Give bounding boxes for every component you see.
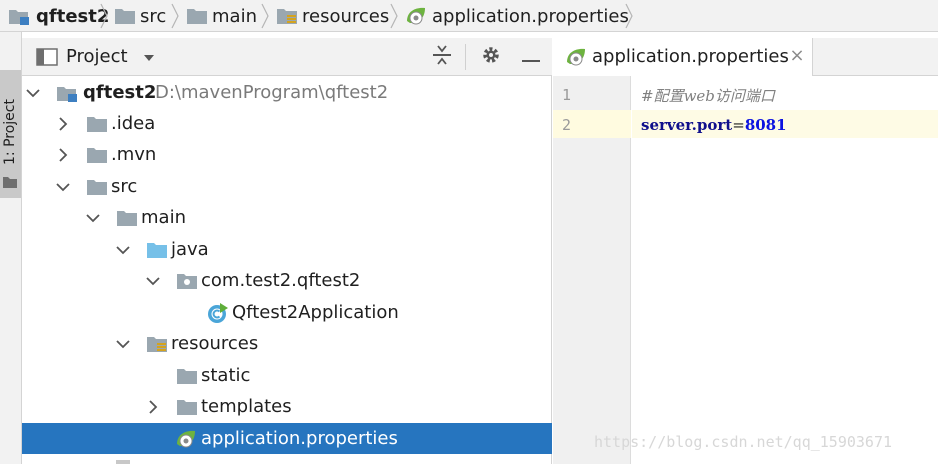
breadcrumb-separator (170, 3, 180, 29)
chevron-down-icon[interactable] (26, 85, 40, 99)
breadcrumb-separator (99, 3, 109, 29)
folder-icon (116, 208, 137, 228)
tree-item-label: .idea (111, 113, 156, 134)
project-tool-window-button[interactable]: 1: Project (0, 70, 21, 198)
project-panel-title: Project (66, 46, 128, 67)
folder-icon (2, 174, 18, 193)
close-icon[interactable]: × (787, 46, 807, 66)
folder-icon (176, 366, 197, 386)
tree-item-label: src (111, 176, 138, 197)
chevron-right-icon[interactable] (56, 116, 70, 131)
chevron-down-icon[interactable] (86, 210, 100, 224)
tab-label: application.properties (592, 46, 789, 67)
breadcrumb-separator (389, 3, 399, 29)
chevron-down-icon[interactable] (116, 336, 130, 350)
breadcrumb-label: resources (302, 5, 390, 27)
spring-boot-class-icon (206, 301, 230, 325)
tree-item-label: .mvn (111, 144, 157, 165)
equals-token: = (732, 116, 745, 134)
breadcrumb-label: src (140, 5, 167, 27)
tree-item-label: templates (201, 396, 292, 417)
folder-icon (114, 6, 136, 26)
tool-window-stripe: 1: Project (0, 32, 22, 464)
hide-panel-button[interactable] (518, 44, 544, 70)
project-panel-header: Project (22, 38, 552, 76)
chevron-down-icon[interactable] (116, 242, 130, 256)
chevron-down-icon[interactable] (146, 273, 160, 287)
breadcrumb-separator (260, 3, 270, 29)
package-icon (176, 271, 197, 291)
code-line-2[interactable]: server.port=8081 (632, 111, 938, 139)
line-number: 1 (562, 86, 572, 104)
tree-item-application-properties[interactable]: application.properties (22, 423, 552, 454)
project-view-selector[interactable]: Project (66, 38, 155, 76)
project-tree: qftest2 D:\mavenProgram\qftest2 .idea .m… (22, 76, 552, 464)
module-folder-icon (56, 83, 77, 103)
tree-item-label: main (141, 207, 186, 228)
project-tool-window-label: 1: Project (2, 99, 18, 165)
breadcrumb: qftest2 src main resources application.p… (0, 0, 938, 32)
breadcrumb-label: main (212, 5, 257, 27)
chevron-right-icon[interactable] (56, 147, 70, 162)
collapse-all-button[interactable] (429, 44, 455, 70)
comment-token: #配置web访问端口 (641, 87, 775, 105)
tree-item-src[interactable]: src (22, 171, 552, 202)
tree-item-label: application.properties (201, 428, 398, 449)
breadcrumb-separator (624, 3, 634, 29)
tree-item-label: qftest2 (83, 82, 157, 103)
folder-icon (186, 6, 208, 26)
tree-item-package[interactable]: com.test2.qftest2 (22, 265, 552, 296)
editor-tab-bar: application.properties × (553, 38, 938, 76)
line-number: 2 (562, 116, 572, 134)
tree-item-qftest2application[interactable]: Qftest2Application (22, 297, 552, 328)
breadcrumb-item-qftest2[interactable]: qftest2 (8, 0, 109, 32)
tree-item-idea[interactable]: .idea (22, 108, 552, 139)
chevron-right-icon[interactable] (146, 399, 160, 414)
breadcrumb-item-resources[interactable]: resources (276, 0, 389, 32)
spring-properties-icon (564, 45, 588, 73)
spring-properties-icon (174, 427, 198, 451)
breadcrumb-label: application.properties (432, 5, 629, 27)
minimize-icon (522, 48, 540, 67)
folder-icon (86, 114, 107, 134)
folder-icon (86, 177, 107, 197)
tree-item-label: resources (171, 333, 259, 354)
resources-folder-icon (146, 334, 167, 354)
tree-item-resources[interactable]: resources (22, 328, 552, 359)
tab-application-properties[interactable]: application.properties × (553, 38, 813, 76)
module-folder-icon (8, 6, 30, 26)
collapse-all-icon (432, 44, 452, 70)
tree-next-item-partial (116, 460, 130, 464)
breadcrumb-item-application-properties[interactable]: application.properties (404, 0, 629, 32)
tree-item-label: com.test2.qftest2 (201, 270, 361, 291)
folder-icon (176, 397, 197, 417)
folder-icon (86, 145, 107, 165)
watermark: https://blog.csdn.net/qq_15903671 (594, 433, 893, 451)
tree-item-qftest2[interactable]: qftest2 D:\mavenProgram\qftest2 (22, 77, 552, 108)
project-view-icon (36, 47, 58, 71)
property-value-token: 8081 (744, 116, 787, 134)
breadcrumb-item-src[interactable]: src (114, 0, 166, 32)
tree-item-java[interactable]: java (22, 234, 552, 265)
code-line-1[interactable]: #配置web访问端口 (632, 82, 938, 110)
chevron-down-icon[interactable] (56, 179, 70, 193)
tree-item-static[interactable]: static (22, 360, 552, 391)
source-folder-icon (146, 240, 167, 260)
tree-item-label: java (171, 239, 209, 260)
tree-item-label: Qftest2Application (232, 302, 399, 323)
tree-item-main[interactable]: main (22, 202, 552, 233)
spring-properties-icon (404, 5, 428, 27)
tree-item-mvn[interactable]: .mvn (22, 139, 552, 170)
tree-item-templates[interactable]: templates (22, 391, 552, 422)
breadcrumb-item-main[interactable]: main (186, 0, 257, 32)
tree-item-label: static (201, 365, 251, 386)
gear-icon (481, 45, 501, 69)
property-key-token: server.port (641, 116, 733, 134)
header-divider (465, 44, 466, 70)
resources-folder-icon (276, 6, 298, 26)
module-path: D:\mavenProgram\qftest2 (155, 82, 389, 103)
settings-button[interactable] (478, 44, 504, 70)
dropdown-arrow-icon (143, 38, 155, 76)
